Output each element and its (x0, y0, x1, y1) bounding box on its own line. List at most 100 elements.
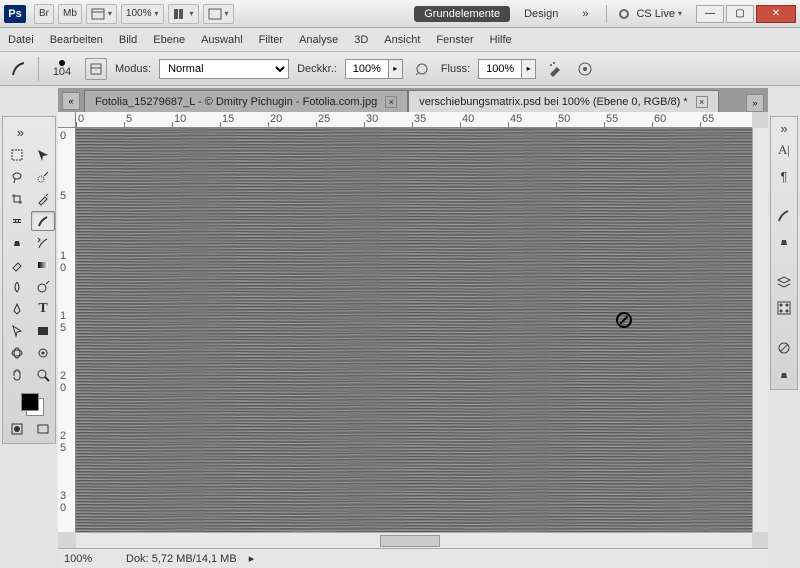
history-brush-tool[interactable] (31, 233, 55, 253)
cslive-button[interactable]: CS Live (615, 4, 686, 24)
opacity-pressure-toggle[interactable] (411, 58, 433, 80)
close-tab-0[interactable]: × (385, 96, 397, 108)
canvas-wrapper: 05101520253035404550556065 051 01 52 02 … (58, 112, 768, 548)
opacity-input[interactable]: 100% (345, 59, 389, 79)
workspace-more[interactable]: » (572, 6, 598, 22)
quick-selection-tool[interactable] (31, 167, 55, 187)
flow-label: Fluss: (441, 63, 470, 75)
opacity-dropdown[interactable]: ▸ (389, 59, 403, 79)
menu-datei[interactable]: Datei (8, 34, 34, 46)
status-doc-info[interactable]: Dok: 5,72 MB/14,1 MB (126, 553, 237, 565)
clone-source-panel-icon[interactable] (773, 231, 795, 253)
brush-tool[interactable] (31, 211, 55, 231)
menubar: Datei Bearbeiten Bild Ebene Auswahl Filt… (0, 28, 800, 52)
quick-mask-toggle[interactable] (5, 419, 29, 439)
menu-analyse[interactable]: Analyse (299, 34, 338, 46)
eraser-tool[interactable] (5, 255, 29, 275)
color-swatches[interactable] (5, 387, 55, 417)
brush-panel-icon[interactable] (773, 205, 795, 227)
3d-camera-tool[interactable] (31, 343, 55, 363)
status-zoom[interactable]: 100% (64, 553, 114, 565)
lasso-tool[interactable] (5, 167, 29, 187)
hand-tool[interactable] (5, 365, 29, 385)
flow-dropdown[interactable]: ▸ (522, 59, 536, 79)
opacity-label: Deckkr.: (297, 63, 337, 75)
horizontal-scrollbar[interactable] (76, 532, 752, 548)
tablet-pressure-toggle[interactable] (574, 58, 596, 80)
options-bar: 104 Modus: Normal Deckkr.: 100% ▸ Fluss:… (0, 52, 800, 86)
rectangle-tool[interactable] (31, 321, 55, 341)
image-content (76, 128, 752, 532)
menu-filter[interactable]: Filter (259, 34, 283, 46)
adjustments-panel-icon[interactable] (773, 363, 795, 385)
gradient-tool[interactable] (31, 255, 55, 275)
marquee-tool[interactable] (5, 145, 29, 165)
tab-nav-prev[interactable]: « (62, 92, 80, 110)
ruler-horizontal[interactable]: 05101520253035404550556065 (76, 112, 752, 128)
channels-panel-icon[interactable] (773, 297, 795, 319)
menu-3d[interactable]: 3D (354, 34, 368, 46)
clone-stamp-tool[interactable] (5, 233, 29, 253)
brush-preview[interactable]: 104 (47, 60, 77, 78)
styles-panel-icon[interactable] (773, 337, 795, 359)
workspace-design[interactable]: Design (514, 6, 568, 22)
close-tab-1[interactable]: × (696, 96, 708, 108)
screen-mode-toggle[interactable] (31, 419, 55, 439)
path-selection-tool[interactable] (5, 321, 29, 341)
flow-input[interactable]: 100% (478, 59, 522, 79)
layers-panel-icon[interactable] (773, 271, 795, 293)
character-panel-icon[interactable]: A| (773, 139, 795, 161)
collapse-dock[interactable]: » (773, 121, 795, 135)
zoom-tool[interactable] (31, 365, 55, 385)
window-minimize[interactable]: — (696, 5, 724, 23)
screen-mode-dropdown[interactable] (203, 4, 234, 24)
view-extras-dropdown[interactable] (86, 4, 117, 24)
menu-bearbeiten[interactable]: Bearbeiten (50, 34, 103, 46)
pen-tool[interactable] (5, 299, 29, 319)
titlebar: Ps Br Mb 100% Grundelemente Design » CS … (0, 0, 800, 28)
app-logo: Ps (4, 5, 26, 23)
panel-dock: » A| ¶ (770, 116, 798, 390)
brush-panel-toggle[interactable] (85, 58, 107, 80)
scrollbar-thumb[interactable] (380, 535, 440, 547)
window-close[interactable]: ✕ (756, 5, 796, 23)
menu-bild[interactable]: Bild (119, 34, 137, 46)
dodge-tool[interactable] (31, 277, 55, 297)
tools-panel: » T (2, 116, 56, 444)
minibridge-button[interactable]: Mb (58, 4, 82, 24)
menu-auswahl[interactable]: Auswahl (201, 34, 243, 46)
eyedropper-tool[interactable] (31, 189, 55, 209)
workspace-grundelemente[interactable]: Grundelemente (414, 6, 510, 22)
vertical-scrollbar[interactable] (752, 128, 768, 532)
status-menu-arrow[interactable]: ▸ (249, 552, 255, 565)
cslive-icon (619, 9, 629, 19)
blur-tool[interactable] (5, 277, 29, 297)
bridge-button[interactable]: Br (34, 4, 54, 24)
menu-fenster[interactable]: Fenster (436, 34, 473, 46)
blend-mode-select[interactable]: Normal (159, 59, 289, 79)
ruler-origin[interactable] (58, 112, 76, 128)
ruler-vertical[interactable]: 051 01 52 02 53 0 (58, 128, 76, 532)
foreground-color[interactable] (21, 393, 39, 411)
airbrush-toggle[interactable] (544, 58, 566, 80)
mode-label: Modus: (115, 63, 151, 75)
document-tab-0[interactable]: Fotolia_15279687_L - © Dmitry Pichugin -… (84, 90, 408, 112)
menu-hilfe[interactable]: Hilfe (490, 34, 512, 46)
move-tool[interactable] (31, 145, 55, 165)
menu-ebene[interactable]: Ebene (153, 34, 185, 46)
spot-healing-tool[interactable] (5, 211, 29, 231)
document-tab-1[interactable]: verschiebungsmatrix.psd bei 100% (Ebene … (408, 90, 718, 112)
type-tool[interactable]: T (31, 299, 55, 319)
window-maximize[interactable]: ▢ (726, 5, 754, 23)
tool-preset-picker[interactable] (8, 58, 30, 80)
zoom-level-dropdown[interactable]: 100% (121, 4, 164, 24)
collapse-tools[interactable]: » (5, 121, 29, 143)
tab-nav-next[interactable]: » (746, 94, 764, 112)
status-bar: 100% Dok: 5,72 MB/14,1 MB ▸ (58, 548, 768, 568)
menu-ansicht[interactable]: Ansicht (384, 34, 420, 46)
crop-tool[interactable] (5, 189, 29, 209)
canvas[interactable] (76, 128, 752, 532)
3d-rotate-tool[interactable] (5, 343, 29, 363)
paragraph-panel-icon[interactable]: ¶ (773, 165, 795, 187)
arrange-documents-dropdown[interactable] (168, 4, 199, 24)
